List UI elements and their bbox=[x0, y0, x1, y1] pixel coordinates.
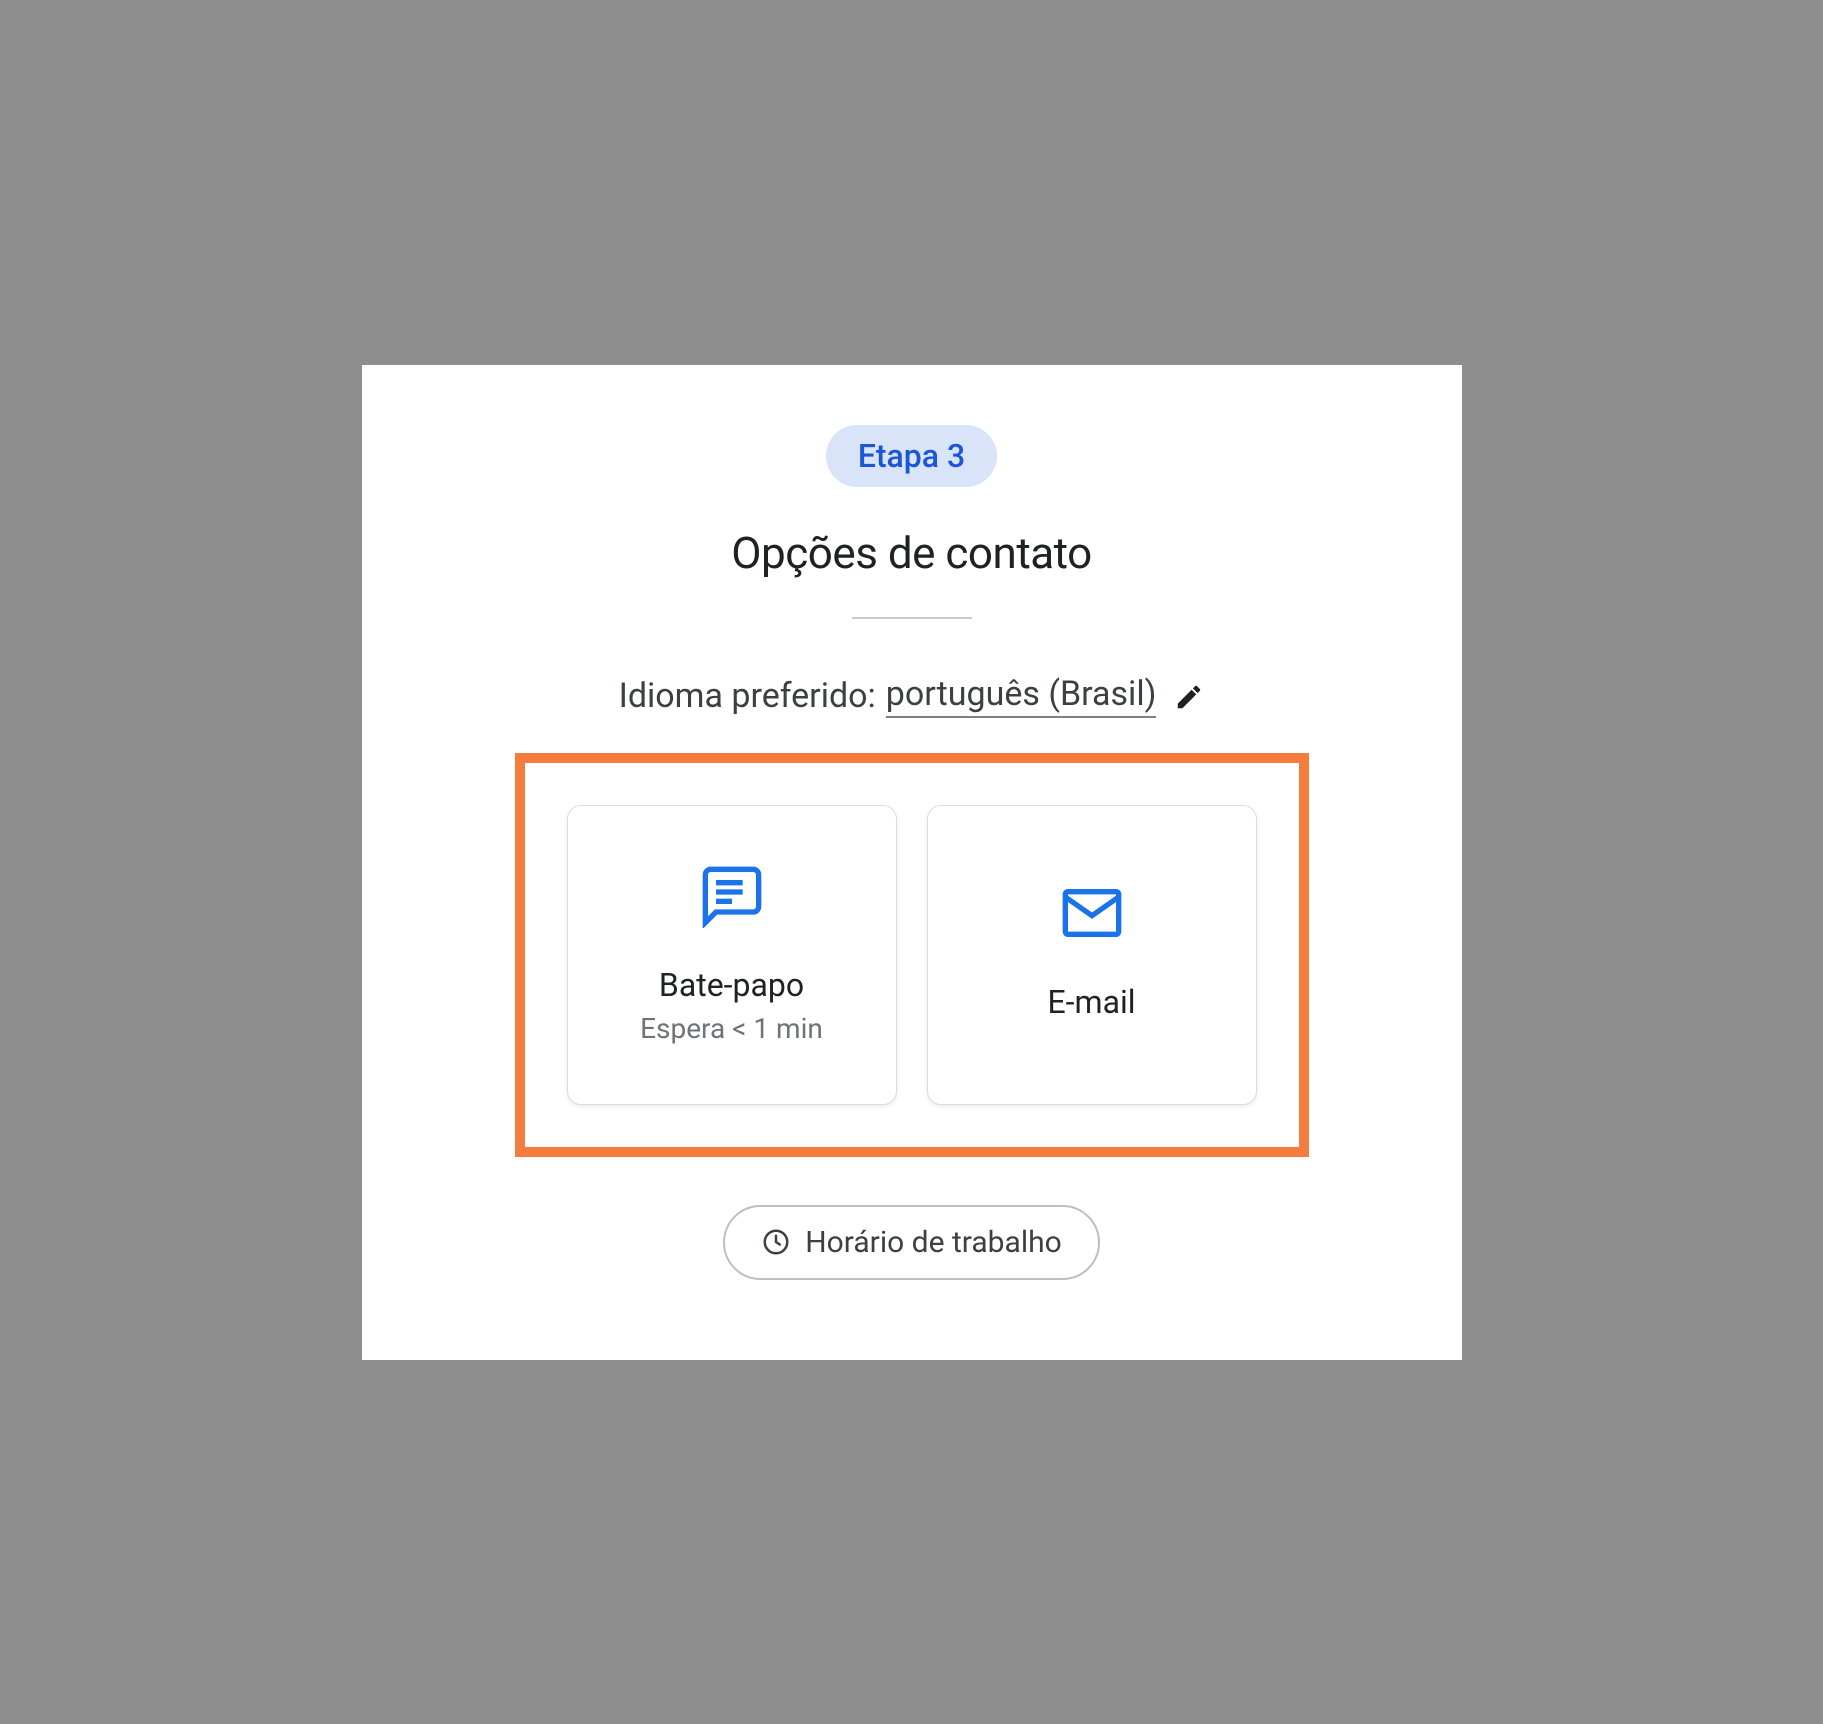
language-value[interactable]: português (Brasil) bbox=[886, 674, 1157, 718]
chat-option-subtitle: Espera < 1 min bbox=[640, 1012, 823, 1045]
email-option-title: E-mail bbox=[1047, 983, 1135, 1021]
step-badge: Etapa 3 bbox=[826, 425, 997, 487]
working-hours-label: Horário de trabalho bbox=[805, 1225, 1062, 1260]
language-row: Idioma preferido: português (Brasil) bbox=[619, 674, 1205, 718]
email-option-card[interactable]: E-mail bbox=[927, 805, 1257, 1105]
clock-icon bbox=[761, 1227, 791, 1257]
chat-icon bbox=[700, 864, 764, 928]
chat-option-card[interactable]: Bate-papo Espera < 1 min bbox=[567, 805, 897, 1105]
email-icon bbox=[1060, 881, 1124, 945]
contact-options-panel: Etapa 3 Opções de contato Idioma preferi… bbox=[362, 365, 1462, 1360]
chat-option-title: Bate-papo bbox=[659, 966, 804, 1004]
working-hours-button[interactable]: Horário de trabalho bbox=[723, 1205, 1100, 1280]
language-label: Idioma preferido: bbox=[619, 676, 876, 716]
divider bbox=[852, 617, 972, 619]
contact-options-highlight: Bate-papo Espera < 1 min E-mail bbox=[515, 753, 1309, 1157]
page-title: Opções de contato bbox=[731, 527, 1091, 579]
edit-icon[interactable] bbox=[1174, 681, 1204, 711]
